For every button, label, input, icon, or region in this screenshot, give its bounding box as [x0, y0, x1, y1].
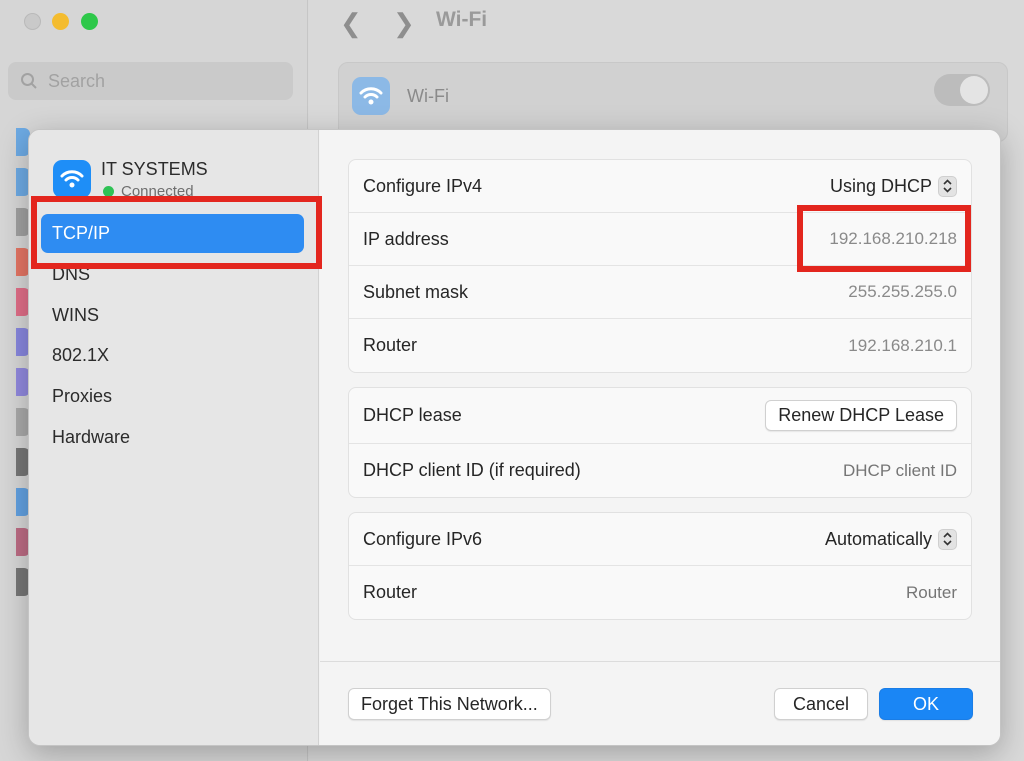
- configure-ipv4-value: Using DHCP: [829, 175, 932, 196]
- sidebar-item-label: Hardware: [52, 427, 131, 447]
- ipv6-group: Configure IPv6 Automatically Router: [348, 512, 972, 620]
- wifi-icon: [352, 77, 390, 115]
- configure-ipv6-select[interactable]: Automatically: [824, 528, 957, 550]
- sheet-content: Configure IPv4 Using DHCP IP address 192…: [320, 130, 1000, 745]
- ip-address-label: IP address: [363, 228, 449, 249]
- ip-address-value: 192.168.210.218: [829, 229, 957, 248]
- dhcp-lease-label: DHCP lease: [363, 405, 462, 425]
- network-wifi-icon: [53, 160, 91, 198]
- forward-arrow-icon[interactable]: ❯: [393, 8, 415, 39]
- sidebar-item-label: TCP/IP: [52, 223, 111, 243]
- network-details-sheet: IT SYSTEMS Connected TCP/IP DNS WINS 802…: [28, 129, 1001, 746]
- window-title: Wi-Fi: [436, 8, 488, 31]
- network-status-text: Connected: [121, 183, 194, 200]
- search-icon: [21, 73, 37, 89]
- sidebar-item-dns[interactable]: DNS: [41, 255, 304, 294]
- ip-address-row: IP address 192.168.210.218: [349, 213, 971, 266]
- network-status: Connected: [103, 183, 194, 200]
- wifi-toggle[interactable]: [934, 74, 990, 106]
- search-field[interactable]: Search: [8, 62, 293, 100]
- ipv4-group: Configure IPv4 Using DHCP IP address 192…: [348, 159, 972, 373]
- close-window-button[interactable]: [24, 13, 41, 30]
- ipv4-router-value: 192.168.210.1: [848, 335, 957, 355]
- sidebar-item-label: Proxies: [52, 386, 113, 406]
- ipv6-router-input[interactable]: [737, 582, 957, 603]
- sidebar-item-label: DNS: [52, 264, 91, 284]
- sidebar-item-proxies[interactable]: Proxies: [41, 377, 304, 416]
- subnet-mask-label: Subnet mask: [363, 281, 469, 302]
- subnet-mask-row: Subnet mask 255.255.255.0: [349, 266, 971, 319]
- maximize-window-button[interactable]: [81, 13, 98, 30]
- configure-ipv4-label: Configure IPv4: [363, 175, 483, 196]
- configure-ipv6-label: Configure IPv6: [363, 528, 483, 549]
- subnet-mask-value: 255.255.255.0: [848, 282, 957, 301]
- configure-ipv4-select[interactable]: Using DHCP: [829, 175, 957, 197]
- forget-network-button[interactable]: Forget This Network...: [348, 688, 551, 720]
- back-arrow-icon[interactable]: ❮: [340, 8, 362, 39]
- sidebar-item-tcp-ip[interactable]: TCP/IP: [41, 214, 304, 253]
- dhcp-client-id-input[interactable]: [737, 460, 957, 481]
- sidebar-item-hardware[interactable]: Hardware: [41, 418, 304, 457]
- minimize-window-button[interactable]: [52, 13, 69, 30]
- sidebar-item-802-1x[interactable]: 802.1X: [41, 336, 304, 375]
- sheet-sidebar: IT SYSTEMS Connected TCP/IP DNS WINS 802…: [29, 130, 319, 745]
- dhcp-client-id-label: DHCP client ID (if required): [363, 460, 581, 480]
- footer-divider: [320, 661, 1000, 662]
- dhcp-group: DHCP lease Renew DHCP Lease DHCP client …: [348, 387, 972, 498]
- renew-dhcp-lease-button[interactable]: Renew DHCP Lease: [765, 400, 957, 431]
- sidebar-item-label: WINS: [52, 305, 99, 325]
- sidebar-item-label: 802.1X: [52, 345, 110, 365]
- ok-button[interactable]: OK: [879, 688, 973, 720]
- network-name: IT SYSTEMS: [101, 159, 208, 179]
- ipv4-router-row: Router 192.168.210.1: [349, 319, 971, 372]
- ipv6-router-label: Router: [363, 582, 418, 602]
- chevron-up-down-icon: [938, 528, 957, 550]
- ipv6-router-row: Router: [349, 566, 971, 619]
- search-placeholder: Search: [48, 70, 106, 91]
- configure-ipv6-value: Automatically: [824, 528, 932, 549]
- configure-ipv6-row: Configure IPv6 Automatically: [349, 513, 971, 566]
- connected-status-dot: [103, 186, 114, 197]
- configure-ipv4-row: Configure IPv4 Using DHCP: [349, 160, 971, 213]
- dhcp-client-id-row: DHCP client ID (if required): [349, 444, 971, 497]
- sidebar-item-wins[interactable]: WINS: [41, 296, 304, 335]
- ipv4-router-label: Router: [363, 335, 418, 355]
- dhcp-lease-row: DHCP lease Renew DHCP Lease: [349, 388, 971, 444]
- chevron-up-down-icon: [938, 175, 957, 197]
- wifi-label: Wi-Fi: [407, 86, 449, 106]
- cancel-button[interactable]: Cancel: [774, 688, 868, 720]
